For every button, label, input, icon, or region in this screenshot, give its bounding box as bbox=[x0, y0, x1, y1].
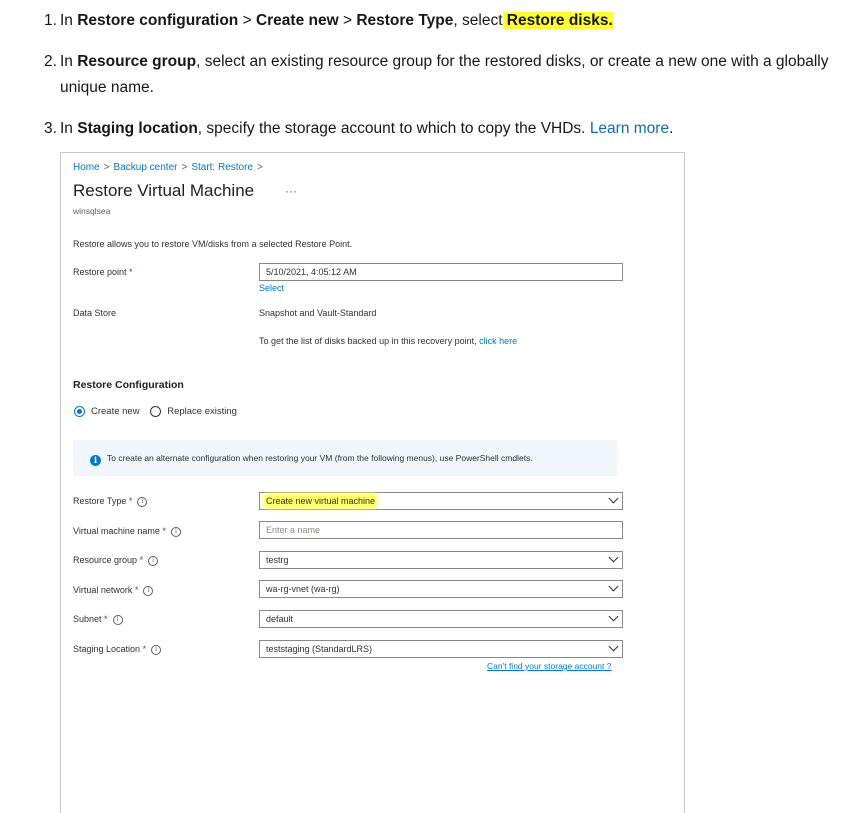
chevron-right-icon: > bbox=[181, 162, 188, 173]
step-text: In Restore configuration > Create new > … bbox=[60, 8, 845, 34]
data-store-label: Data Store bbox=[73, 308, 117, 318]
step-number: 2. bbox=[44, 53, 57, 70]
bold-term: Restore Type bbox=[356, 12, 454, 29]
page-title: Restore Virtual Machine bbox=[73, 181, 255, 200]
staging-location-value: teststaging (StandardLRS) bbox=[266, 644, 373, 654]
highlighted-term: Restore disks. bbox=[502, 12, 613, 29]
restore-type-dropdown[interactable]: Create new virtual machine bbox=[259, 492, 623, 510]
subnet-dropdown[interactable]: default bbox=[259, 610, 623, 628]
required-mark: * bbox=[129, 267, 133, 277]
restore-mode-radio-group: Create new Replace existing bbox=[74, 406, 237, 417]
chevron-down-icon bbox=[608, 641, 619, 652]
restore-type-value: Create new virtual machine bbox=[266, 496, 376, 506]
more-options-icon[interactable]: ··· bbox=[285, 184, 297, 198]
virtual-network-label: Virtual network * i bbox=[73, 585, 154, 596]
bold-term: Staging location bbox=[77, 120, 198, 137]
disks-note: To get the list of disks backed up in th… bbox=[259, 336, 517, 346]
breadcrumb-home[interactable]: Home bbox=[73, 162, 100, 173]
label-text: Restore point bbox=[73, 267, 127, 277]
step-number: 1. bbox=[44, 12, 57, 29]
step-text-part: In bbox=[60, 120, 78, 137]
breadcrumb-start-restore[interactable]: Start: Restore bbox=[191, 162, 253, 173]
bold-term: Resource group bbox=[77, 53, 197, 70]
restore-point-label: Restore point * bbox=[73, 267, 133, 277]
restore-vm-screenshot: Home > Backup center > Start: Restore > Resto… bbox=[60, 152, 685, 813]
info-circle-icon[interactable]: i bbox=[148, 556, 159, 566]
page-subtitle: winsqlsea bbox=[73, 206, 111, 216]
required-mark: * bbox=[142, 644, 147, 654]
bold-term: Restore configuration bbox=[77, 12, 239, 29]
info-circle-icon[interactable]: i bbox=[170, 527, 181, 537]
chevron-down-icon bbox=[608, 611, 619, 622]
chevron-down-icon bbox=[608, 493, 619, 504]
radio-unselected-icon bbox=[150, 406, 162, 417]
cant-find-storage-link[interactable]: Can't find your storage account ? bbox=[487, 661, 611, 671]
info-circle-icon[interactable]: i bbox=[112, 615, 123, 625]
bold-term: Create new bbox=[255, 12, 339, 29]
virtual-network-dropdown[interactable]: wa-rg-vnet (wa-rg) bbox=[259, 580, 623, 598]
staging-location-dropdown[interactable]: teststaging (StandardLRS) bbox=[259, 640, 623, 658]
info-circle-icon[interactable]: i bbox=[137, 497, 148, 507]
disks-note-text: To get the list of disks backed up in th… bbox=[259, 336, 480, 346]
breadcrumb: Home > Backup center > Start: Restore > bbox=[73, 162, 267, 173]
step-text-part: , select bbox=[453, 12, 503, 29]
info-banner-text: To create an alternate configuration whe… bbox=[107, 453, 533, 463]
step-text-part: , specify the storage account to which t… bbox=[197, 120, 590, 137]
label-text: Virtual machine name bbox=[73, 526, 160, 536]
radio-label: Create new bbox=[91, 406, 140, 417]
label-text: Virtual network bbox=[73, 585, 133, 595]
required-mark: * bbox=[128, 496, 133, 506]
click-here-link[interactable]: click here bbox=[479, 336, 517, 346]
staging-location-label: Staging Location * i bbox=[73, 644, 162, 655]
vm-name-label: Virtual machine name * i bbox=[73, 526, 181, 537]
radio-replace-existing[interactable]: Replace existing bbox=[150, 406, 237, 417]
restore-type-label: Restore Type * i bbox=[73, 496, 148, 507]
required-mark: * bbox=[134, 585, 139, 595]
resource-group-value: testrg bbox=[266, 555, 289, 565]
label-text: Resource group bbox=[73, 555, 138, 565]
vm-name-placeholder: Enter a name bbox=[266, 525, 321, 535]
required-mark: * bbox=[104, 614, 108, 624]
vm-name-input[interactable]: Enter a name bbox=[259, 521, 623, 539]
step-text: In Staging location, specify the storage… bbox=[60, 116, 845, 142]
chevron-right-icon: > bbox=[103, 162, 110, 173]
intro-text: Restore allows you to restore VM/disks f… bbox=[73, 239, 353, 249]
radio-label: Replace existing bbox=[167, 406, 237, 417]
select-restore-point-link[interactable]: Select bbox=[259, 283, 284, 293]
label-text: Restore Type bbox=[73, 496, 127, 506]
step-text-part: > bbox=[238, 12, 256, 29]
subnet-label: Subnet * i bbox=[73, 614, 123, 625]
step-text-part: > bbox=[338, 12, 357, 29]
learn-more-link[interactable]: Learn more bbox=[590, 120, 669, 137]
step-text-part: In bbox=[60, 12, 78, 29]
restore-point-field: 5/10/2021, 4:05:12 AM bbox=[259, 263, 623, 281]
restore-point-value: 5/10/2021, 4:05:12 AM bbox=[266, 267, 357, 277]
breadcrumb-backup-center[interactable]: Backup center bbox=[114, 162, 178, 173]
required-mark: * bbox=[139, 555, 144, 565]
chevron-right-icon: > bbox=[257, 162, 263, 173]
info-circle-icon[interactable]: i bbox=[143, 586, 154, 596]
restore-configuration-heading: Restore Configuration bbox=[73, 379, 184, 391]
subnet-value: default bbox=[266, 614, 294, 624]
radio-selected-icon bbox=[74, 406, 85, 417]
step-number: 3. bbox=[44, 120, 57, 137]
step-text-part: . bbox=[669, 120, 674, 137]
required-mark: * bbox=[162, 526, 166, 536]
step-text-part: In bbox=[60, 53, 78, 70]
virtual-network-value: wa-rg-vnet (wa-rg) bbox=[266, 584, 340, 594]
label-text: Subnet bbox=[73, 614, 102, 624]
info-banner: i To create an alternate configuration wh… bbox=[73, 440, 617, 476]
info-icon: i bbox=[90, 455, 101, 466]
info-circle-icon[interactable]: i bbox=[151, 645, 162, 655]
chevron-down-icon bbox=[608, 552, 619, 563]
radio-create-new[interactable]: Create new bbox=[74, 406, 140, 417]
resource-group-dropdown[interactable]: testrg bbox=[259, 551, 623, 569]
step-text: In Resource group, select an existing re… bbox=[60, 49, 845, 101]
chevron-down-icon bbox=[608, 581, 619, 592]
data-store-value: Snapshot and Vault-Standard bbox=[259, 308, 377, 318]
label-text: Staging Location bbox=[73, 644, 141, 654]
resource-group-label: Resource group * i bbox=[73, 555, 159, 566]
